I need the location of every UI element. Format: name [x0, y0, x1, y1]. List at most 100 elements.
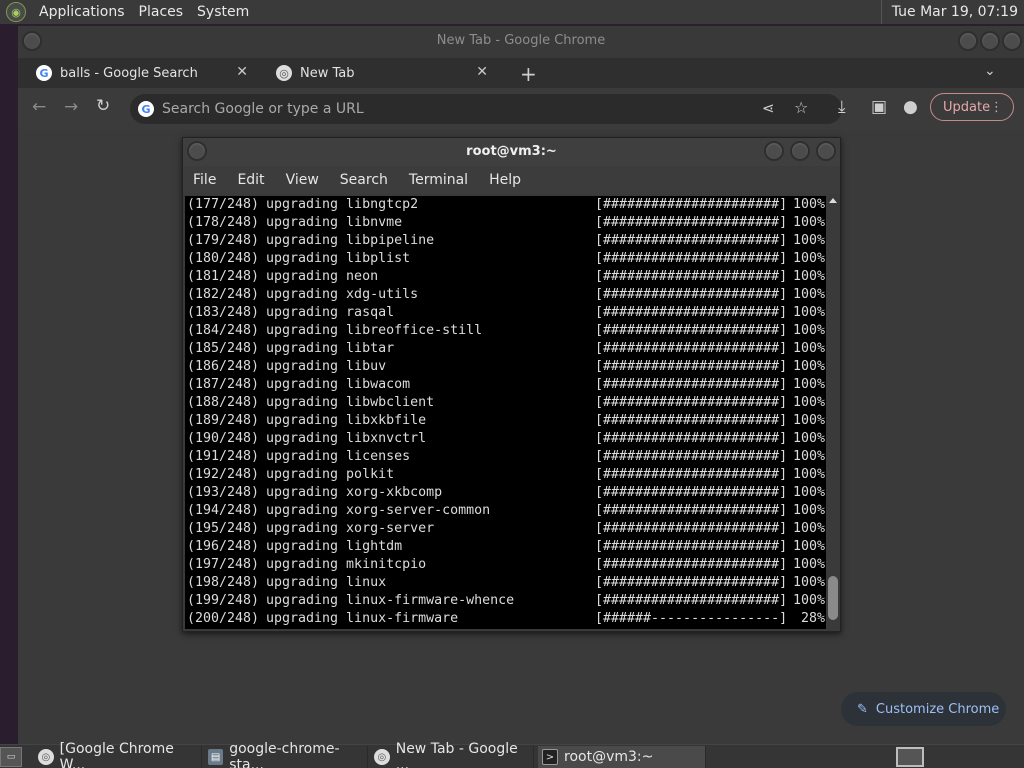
window-menu-button[interactable]: [22, 31, 42, 51]
terminal-line-bar: [######################]: [595, 485, 788, 500]
terminal-line-pct: 100%: [792, 341, 825, 356]
profile-avatar-icon[interactable]: ●: [903, 97, 918, 117]
taskbar-item-chrome-window[interactable]: ◎ [Google Chrome W...: [34, 741, 202, 768]
terminal-line-pct: 100%: [792, 485, 825, 500]
download-icon[interactable]: ⤓: [838, 97, 846, 117]
customize-chrome-button[interactable]: ✎ Customize Chrome: [841, 692, 1006, 726]
side-panel-icon[interactable]: ▣: [871, 97, 887, 117]
terminal-output[interactable]: (177/248) upgrading libngtcp2 [###########…: [185, 196, 826, 629]
terminal-line: (188/248) upgrading libwbclient [#########…: [187, 394, 826, 412]
terminal-line-idx: (193/248): [187, 485, 260, 500]
terminal-title: root@vm3:~: [466, 144, 557, 159]
update-button[interactable]: Update ⋮: [930, 93, 1014, 121]
show-desktop-icon[interactable]: ▭: [0, 747, 22, 767]
menu-help[interactable]: Help: [489, 172, 521, 188]
tab-balls-search[interactable]: G balls - Google Search ✕: [18, 58, 258, 88]
terminal-line-text: upgrading libngtcp2: [266, 197, 419, 212]
terminal-line-bar: [######################]: [595, 287, 788, 302]
menu-places[interactable]: Places: [132, 0, 191, 24]
omnibox[interactable]: G Search Google or type a URL ⋖ ☆: [130, 94, 842, 124]
distro-logo-icon[interactable]: ◉: [6, 2, 26, 22]
terminal-line-idx: (183/248): [187, 305, 260, 320]
close-window-button[interactable]: [1002, 31, 1022, 51]
menu-applications[interactable]: Applications: [32, 0, 132, 24]
terminal-line-idx: (181/248): [187, 269, 260, 284]
terminal-line-text: upgrading xdg-utils: [266, 287, 419, 302]
reload-icon[interactable]: ↻: [96, 96, 110, 116]
terminal-line-pct: 100%: [792, 539, 825, 554]
menu-search[interactable]: Search: [340, 172, 388, 188]
terminal-line: (181/248) upgrading neon [################…: [187, 268, 826, 286]
terminal-line-pct: 100%: [792, 521, 825, 536]
terminal-line: (200/248) upgrading linux-firmware [######…: [187, 610, 826, 628]
taskbar-item-new-tab[interactable]: ◎ New Tab - Google ...: [370, 741, 534, 768]
terminal-line-pct: 100%: [792, 287, 825, 302]
terminal-line-bar: [######################]: [595, 413, 788, 428]
bookmark-star-icon[interactable]: ☆: [794, 98, 808, 117]
minimize-button[interactable]: [764, 141, 784, 161]
terminal-line-pct: 100%: [792, 575, 825, 590]
terminal-line-text: upgrading libreoffice-still: [266, 323, 483, 338]
terminal-line: (197/248) upgrading mkinitcpio [##########…: [187, 556, 826, 574]
terminal-line-text: upgrading xorg-server: [266, 521, 435, 536]
top-panel: ◉ Applications Places System Tue Mar 19,…: [0, 0, 1024, 24]
new-tab-plus-icon[interactable]: +: [520, 62, 537, 86]
terminal-line-text: upgrading licenses: [266, 449, 411, 464]
terminal-line-text: upgrading polkit: [266, 467, 395, 482]
close-tab-icon[interactable]: ✕: [236, 64, 248, 80]
share-icon[interactable]: ⋖: [762, 99, 775, 117]
menu-view[interactable]: View: [286, 172, 319, 188]
maximize-button[interactable]: [790, 141, 810, 161]
terminal-line-text: upgrading libtar: [266, 341, 395, 356]
terminal-line-pct: 100%: [792, 449, 825, 464]
terminal-line: (190/248) upgrading libxnvctrl [##########…: [187, 430, 826, 448]
forward-arrow-icon[interactable]: →: [64, 97, 78, 117]
pencil-icon: ✎: [857, 701, 868, 717]
terminal-line-text: upgrading mkinitcpio: [266, 557, 427, 572]
scrollbar-thumb[interactable]: [828, 576, 838, 620]
terminal-line-pct: 100%: [792, 431, 825, 446]
terminal-line: (189/248) upgrading libxkbfile [##########…: [187, 412, 826, 430]
panel-clock[interactable]: Tue Mar 19, 07:19: [880, 0, 1024, 24]
taskbar-item-terminal[interactable]: > root@vm3:~: [538, 746, 706, 768]
folder-icon: ▤: [208, 749, 224, 765]
terminal-line-bar: [######################]: [595, 323, 788, 338]
close-window-button[interactable]: [816, 141, 836, 161]
menu-edit[interactable]: Edit: [237, 172, 264, 188]
chrome-icon: ◎: [276, 65, 292, 81]
menu-system[interactable]: System: [190, 0, 256, 24]
taskbar-item-label: google-chrome-sta...: [229, 741, 340, 768]
terminal-line-idx: (200/248): [187, 611, 260, 626]
terminal-line: (193/248) upgrading xorg-xkbcomp [########…: [187, 484, 826, 502]
terminal-titlebar[interactable]: root@vm3:~: [183, 138, 840, 166]
terminal-line-idx: (195/248): [187, 521, 260, 536]
chrome-window-title: New Tab - Google Chrome: [436, 33, 606, 48]
close-tab-icon[interactable]: ✕: [476, 64, 488, 80]
terminal-scrollbar[interactable]: [826, 196, 840, 629]
terminal-line: (184/248) upgrading libreoffice-still [###…: [187, 322, 826, 340]
window-menu-button[interactable]: [187, 141, 207, 161]
tab-search-chevron-icon[interactable]: ⌄: [984, 63, 996, 79]
workspace-switcher[interactable]: [896, 747, 924, 767]
maximize-button[interactable]: [980, 31, 1000, 51]
minimize-button[interactable]: [958, 31, 978, 51]
terminal-line: (177/248) upgrading libngtcp2 [###########…: [187, 196, 826, 214]
bottom-taskbar: ▭ ◎ [Google Chrome W... ▤ google-chrome-…: [0, 741, 1024, 768]
back-arrow-icon[interactable]: ←: [32, 97, 46, 117]
chrome-titlebar[interactable]: New Tab - Google Chrome: [18, 26, 1024, 58]
menu-file[interactable]: File: [193, 172, 216, 188]
terminal-line-pct: 100%: [792, 269, 825, 284]
chrome-icon: ◎: [38, 749, 54, 765]
scroll-up-arrow-icon[interactable]: [829, 198, 837, 203]
terminal-line: (187/248) upgrading libwacom [############…: [187, 376, 826, 394]
tab-new-tab[interactable]: ◎ New Tab ✕: [258, 58, 498, 88]
terminal-line-bar: [######################]: [595, 521, 788, 536]
terminal-line-idx: (190/248): [187, 431, 260, 446]
kebab-menu-icon[interactable]: ⋮: [990, 100, 1003, 115]
google-icon: G: [36, 65, 52, 81]
terminal-line: (198/248) upgrading linux [###############…: [187, 574, 826, 592]
terminal-line-bar: [######################]: [595, 431, 788, 446]
menu-terminal[interactable]: Terminal: [409, 172, 468, 188]
chrome-toolbar: ← → ↻ G Search Google or type a URL ⋖ ☆ …: [18, 88, 1024, 130]
taskbar-item-file-manager[interactable]: ▤ google-chrome-sta...: [204, 741, 368, 768]
